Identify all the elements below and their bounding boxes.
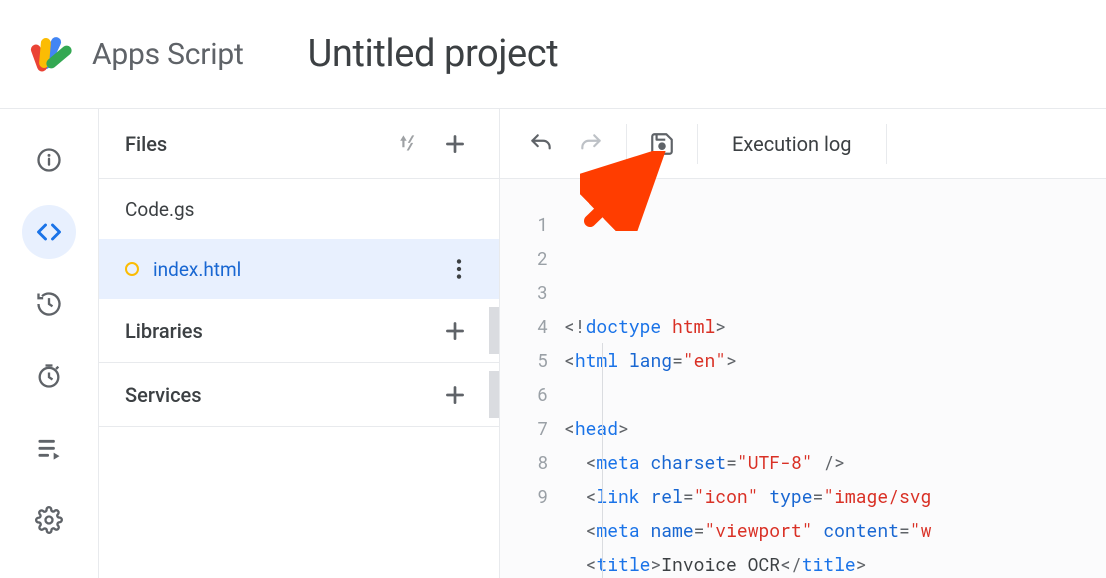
triggers-nav-button[interactable] (22, 349, 76, 403)
code-editor[interactable]: 123456789 <!doctype html><html lang="en"… (500, 179, 1106, 578)
panel-section: Services (99, 363, 499, 427)
app-header: Apps Script Untitled project (0, 0, 1106, 109)
line-number: 8 (500, 445, 548, 479)
unsaved-indicator-icon (125, 262, 139, 276)
files-header: Files (99, 109, 499, 179)
line-number: 1 (500, 207, 548, 241)
brand-name: Apps Script (92, 37, 244, 72)
undo-button[interactable] (518, 121, 564, 167)
add-section-item-button[interactable] (433, 309, 477, 353)
history-nav-button[interactable] (22, 277, 76, 331)
sort-files-button[interactable] (389, 122, 433, 166)
line-number (500, 513, 548, 547)
code-line[interactable]: <html lang="en"> (564, 343, 1106, 377)
section-label: Services (125, 383, 433, 407)
code-line[interactable]: <head> (564, 411, 1106, 445)
line-number: 7 (500, 411, 548, 445)
project-title[interactable]: Untitled project (308, 32, 559, 76)
files-header-label: Files (125, 132, 389, 156)
add-section-item-button[interactable] (433, 373, 477, 417)
section-label: Libraries (125, 319, 433, 343)
line-number: 4 (500, 309, 548, 343)
code-line[interactable]: <link rel="icon" type="image/svg (564, 479, 1106, 513)
file-item[interactable]: index.html (99, 239, 499, 299)
file-item[interactable]: Code.gs (99, 179, 499, 239)
execution-log-button[interactable]: Execution log (710, 132, 874, 156)
code-line[interactable]: <title>Invoice OCR</title> (564, 547, 1106, 578)
overview-nav-button[interactable] (22, 133, 76, 187)
file-name: index.html (153, 258, 437, 281)
editor-nav-button[interactable] (22, 205, 76, 259)
line-number: 9 (500, 479, 548, 513)
left-nav-rail (0, 109, 98, 578)
line-number-gutter: 123456789 (500, 207, 564, 578)
editor-toolbar: Execution log (500, 109, 1106, 179)
line-number: 3 (500, 275, 548, 309)
toolbar-separator (626, 124, 627, 164)
toolbar-separator (697, 124, 698, 164)
code-content[interactable]: <!doctype html><html lang="en"> <head> <… (564, 207, 1106, 578)
apps-script-logo-icon (26, 30, 74, 78)
editor-pane: Execution log 123456789 <!doctype html><… (500, 109, 1106, 578)
file-more-button[interactable] (437, 247, 481, 291)
line-number: 6 (500, 377, 548, 411)
code-line[interactable]: <meta name="viewport" content="w (564, 513, 1106, 547)
file-name: Code.gs (125, 198, 481, 221)
save-button[interactable] (639, 121, 685, 167)
code-line[interactable]: <meta charset="UTF-8" /> (564, 445, 1106, 479)
line-number: 5 (500, 343, 548, 377)
executions-nav-button[interactable] (22, 421, 76, 475)
code-line[interactable] (564, 377, 1106, 411)
files-panel: Files Code.gs index.html Libraries Service… (98, 109, 500, 578)
add-file-button[interactable] (433, 122, 477, 166)
redo-button[interactable] (568, 121, 614, 167)
line-number: 2 (500, 241, 548, 275)
toolbar-separator (886, 124, 887, 164)
code-line[interactable]: <!doctype html> (564, 309, 1106, 343)
panel-section: Libraries (99, 299, 499, 363)
indent-guide (602, 343, 603, 578)
settings-nav-button[interactable] (22, 493, 76, 547)
